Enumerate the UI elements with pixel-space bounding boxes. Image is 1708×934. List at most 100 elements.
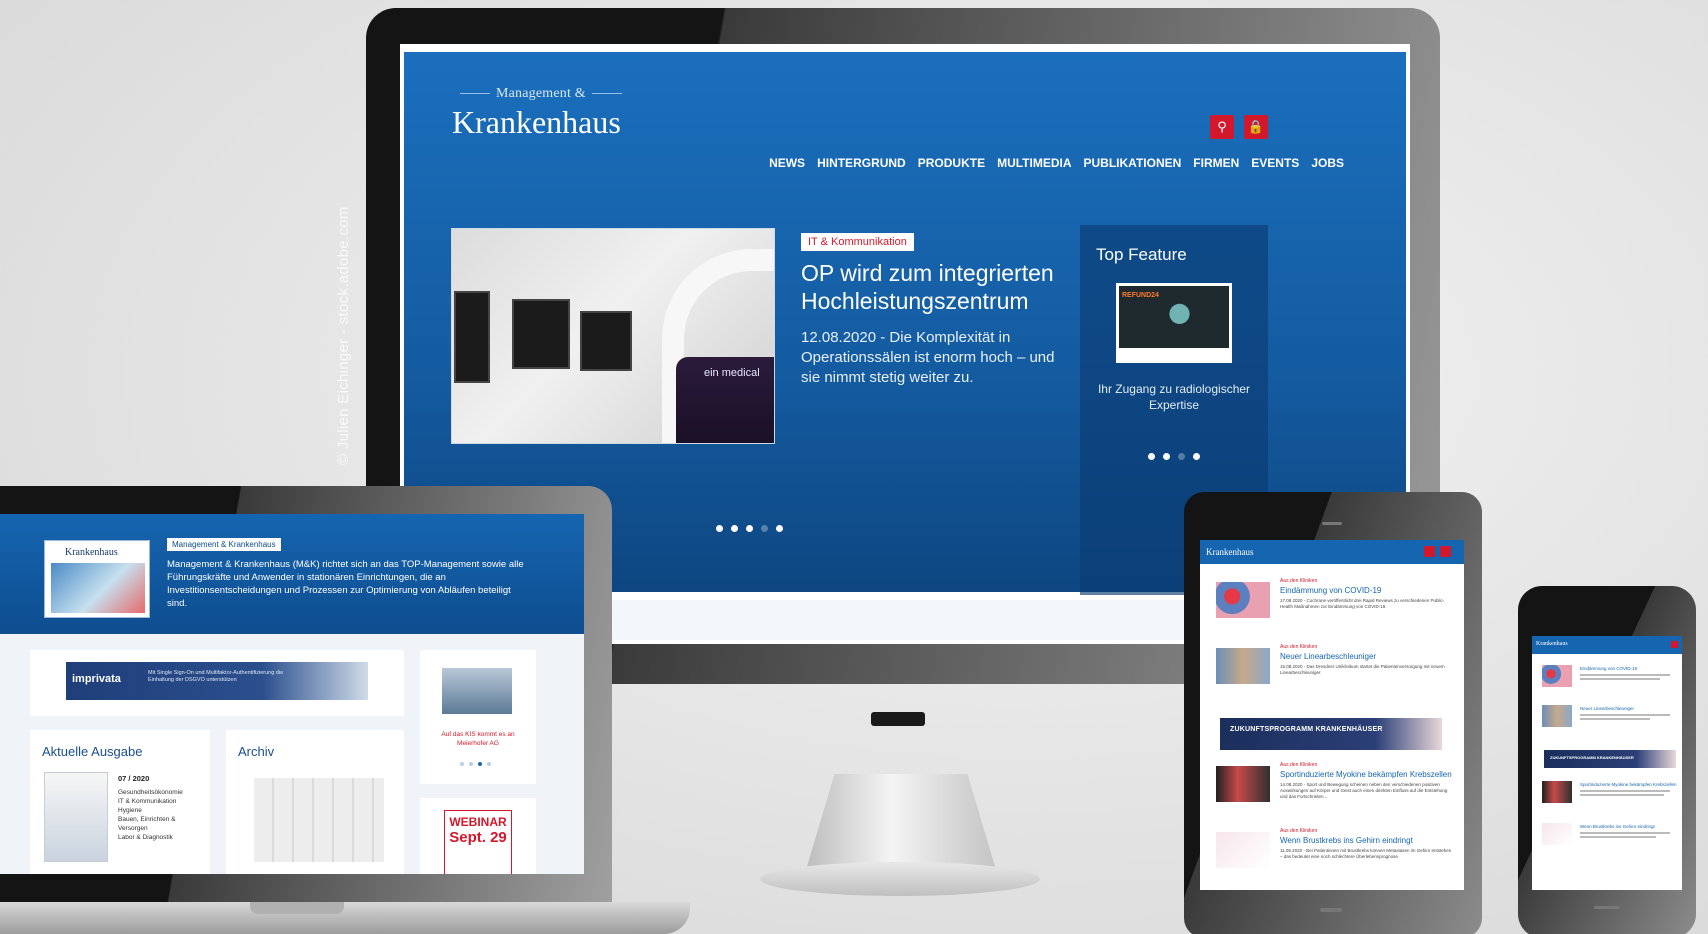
carousel-dot[interactable] bbox=[1178, 453, 1185, 460]
carousel-dot[interactable] bbox=[1163, 453, 1170, 460]
text-line bbox=[1580, 714, 1670, 716]
archive-covers bbox=[254, 778, 384, 862]
item-thumbnail bbox=[1216, 648, 1270, 684]
nav-events[interactable]: EVENTS bbox=[1251, 156, 1299, 170]
list-item[interactable]: Aus den Kliniken Eindämmung von COVID-19… bbox=[1216, 578, 1456, 630]
carousel-dot[interactable] bbox=[469, 762, 473, 766]
nav-jobs[interactable]: JOBS bbox=[1311, 156, 1344, 170]
item-title[interactable]: Sportinduzierte Myokine bekämpfen Krebsz… bbox=[1580, 782, 1677, 787]
category-tag[interactable]: IT & Kommunikation bbox=[801, 233, 914, 251]
list-item[interactable]: Aus den Kliniken Sportinduzierte Myokine… bbox=[1216, 762, 1456, 814]
list-item[interactable]: Aus den Kliniken Wenn Brustkrebs ins Geh… bbox=[1216, 828, 1456, 880]
item-kicker: Aus den Kliniken bbox=[1280, 762, 1318, 768]
list-item[interactable]: Aus den Kliniken Neuer Linearbeschleunig… bbox=[1216, 644, 1456, 696]
promo-banner-text: ZUKUNFTSPROGRAMM KRANKENHÄUSER bbox=[1230, 726, 1383, 733]
screen-panel bbox=[512, 299, 570, 369]
item-title[interactable]: Sportinduzierte Myokine bekämpfen Krebsz… bbox=[1280, 770, 1452, 779]
tablet-home-button bbox=[1320, 908, 1342, 912]
archive-card[interactable]: Archiv bbox=[226, 730, 404, 874]
magazine-cover[interactable]: Krankenhaus bbox=[44, 540, 150, 618]
side-ad-dots bbox=[460, 762, 491, 766]
list-item[interactable]: Sportinduzierte Myokine bekämpfen Krebsz… bbox=[1542, 778, 1678, 814]
current-issue-title: Aktuelle Ausgabe bbox=[42, 744, 143, 759]
intro-tag: Management & Krankenhaus bbox=[167, 538, 281, 551]
nav-multimedia[interactable]: MULTIMEDIA bbox=[997, 156, 1071, 170]
carousel-dot[interactable] bbox=[487, 762, 491, 766]
webinar-date: Sept. 29 bbox=[449, 829, 507, 846]
item-title[interactable]: Neuer Linearbeschleuniger bbox=[1580, 706, 1634, 711]
list-item[interactable]: Eindämmung von COVID-19 bbox=[1542, 662, 1678, 698]
laptop-base bbox=[0, 902, 690, 934]
hero-image[interactable]: ein medical bbox=[451, 228, 775, 444]
issue-cover[interactable] bbox=[44, 772, 108, 862]
tablet-speaker bbox=[1322, 522, 1342, 525]
laptop-screen: Krankenhaus Management & Krankenhaus Man… bbox=[0, 514, 584, 874]
issue-topic: Labor & Diagnostik bbox=[118, 834, 173, 841]
ad-claim: Mit Single Sign-On und Multifaktor-Authe… bbox=[148, 670, 284, 683]
top-feature-image[interactable]: REFUND24 bbox=[1116, 283, 1232, 363]
device-brand: ein medical bbox=[704, 367, 760, 379]
text-line bbox=[1580, 790, 1670, 792]
item-title[interactable]: Eindämmung von COVID-19 bbox=[1280, 586, 1381, 595]
issue-topic: Hygiene bbox=[118, 807, 142, 814]
feature-image-label: REFUND24 bbox=[1122, 292, 1159, 299]
laptop-notch bbox=[250, 902, 344, 914]
feature-carousel-dots bbox=[1148, 453, 1200, 460]
nav-firmen[interactable]: FIRMEN bbox=[1193, 156, 1239, 170]
logo[interactable]: Krankenhaus bbox=[452, 104, 621, 141]
lock-icon[interactable] bbox=[1671, 641, 1678, 648]
item-thumbnail bbox=[1542, 705, 1572, 727]
search-icon[interactable]: ⚲ bbox=[1210, 115, 1234, 139]
logo[interactable]: Krankenhaus bbox=[1206, 547, 1253, 557]
promo-banner[interactable]: ZUKUNFTSPROGRAMM KRANKENHÄUSER bbox=[1220, 718, 1442, 750]
magazine-title: Krankenhaus bbox=[65, 547, 118, 558]
item-title[interactable]: Wenn Brustkrebs ins Gehirn eindringt bbox=[1280, 836, 1413, 845]
list-item[interactable]: Neuer Linearbeschleuniger bbox=[1542, 702, 1678, 738]
item-title[interactable]: Eindämmung von COVID-19 bbox=[1580, 666, 1637, 671]
search-icon[interactable] bbox=[1424, 546, 1435, 557]
promo-banner[interactable]: ZUKUNFTSPROGRAMM KRANKENHÄUSER bbox=[1544, 750, 1676, 768]
nav-produkte[interactable]: PRODUKTE bbox=[918, 156, 985, 170]
item-title[interactable]: Wenn Brustkrebs ins Gehirn eindringt bbox=[1580, 824, 1655, 829]
webinar-ad[interactable]: WEBINAR Sept. 29 bbox=[420, 798, 536, 874]
tablet-screen: Krankenhaus Aus den Kliniken Eindämmung … bbox=[1200, 540, 1464, 890]
item-title[interactable]: Neuer Linearbeschleuniger bbox=[1280, 652, 1376, 661]
hero-headline[interactable]: OP wird zum integrierten Hochleistungsze… bbox=[801, 259, 1071, 315]
item-body: 14.08.2020 - Sport und Bewegung scheinen… bbox=[1280, 782, 1448, 799]
current-issue-card[interactable]: Aktuelle Ausgabe 07 / 2020 Gesundheitsök… bbox=[30, 730, 210, 874]
magazine-cover-image bbox=[51, 563, 145, 613]
item-thumbnail bbox=[1216, 582, 1270, 618]
item-body: 15.08.2020 - Das Dresdner Uniklinikum st… bbox=[1280, 664, 1445, 675]
logo-small[interactable]: Management & bbox=[454, 86, 628, 102]
item-body: 17.08.2020 - Cochrane veröffentlicht dre… bbox=[1280, 598, 1445, 609]
carousel-dot[interactable] bbox=[1193, 453, 1200, 460]
ad-banner[interactable]: imprivata Mit Single Sign-On und Multifa… bbox=[30, 650, 404, 716]
carousel-dot[interactable] bbox=[731, 525, 738, 532]
carousel-dot[interactable] bbox=[460, 762, 464, 766]
list-item[interactable]: Wenn Brustkrebs ins Gehirn eindringt bbox=[1542, 820, 1678, 856]
carousel-dot[interactable] bbox=[746, 525, 753, 532]
top-feature-text[interactable]: Ihr Zugang zu radiologischer Expertise bbox=[1094, 381, 1254, 413]
carousel-dot[interactable] bbox=[716, 525, 723, 532]
nav-publikationen[interactable]: PUBLIKATIONEN bbox=[1084, 156, 1182, 170]
archive-title: Archiv bbox=[238, 744, 275, 759]
text-line bbox=[1580, 832, 1670, 834]
intro-text: Management & Krankenhaus (M&K) richtet s… bbox=[167, 559, 524, 609]
logo[interactable]: Krankenhaus bbox=[1536, 641, 1568, 647]
carousel-dot[interactable] bbox=[1148, 453, 1155, 460]
side-ad[interactable]: Auf das KIS kommt es an Meierhofer AG bbox=[420, 650, 536, 784]
side-ad-image bbox=[442, 668, 512, 714]
nav-hintergrund[interactable]: HINTERGRUND bbox=[817, 156, 906, 170]
carousel-dot[interactable] bbox=[761, 525, 768, 532]
monitor-logo bbox=[871, 712, 925, 726]
text-line bbox=[1580, 718, 1650, 720]
promo-banner-text: ZUKUNFTSPROGRAMM KRANKENHÄUSER bbox=[1550, 755, 1634, 760]
photo-credit: © Julien Eichinger - stock.adobe.com bbox=[335, 206, 352, 465]
webinar-box: WEBINAR Sept. 29 bbox=[444, 810, 512, 874]
item-thumbnail bbox=[1216, 832, 1270, 868]
nav-news[interactable]: NEWS bbox=[769, 156, 805, 170]
carousel-dot[interactable] bbox=[478, 762, 482, 766]
lock-icon[interactable] bbox=[1440, 546, 1451, 557]
carousel-dot[interactable] bbox=[776, 525, 783, 532]
lock-icon[interactable]: 🔒 bbox=[1244, 115, 1268, 139]
